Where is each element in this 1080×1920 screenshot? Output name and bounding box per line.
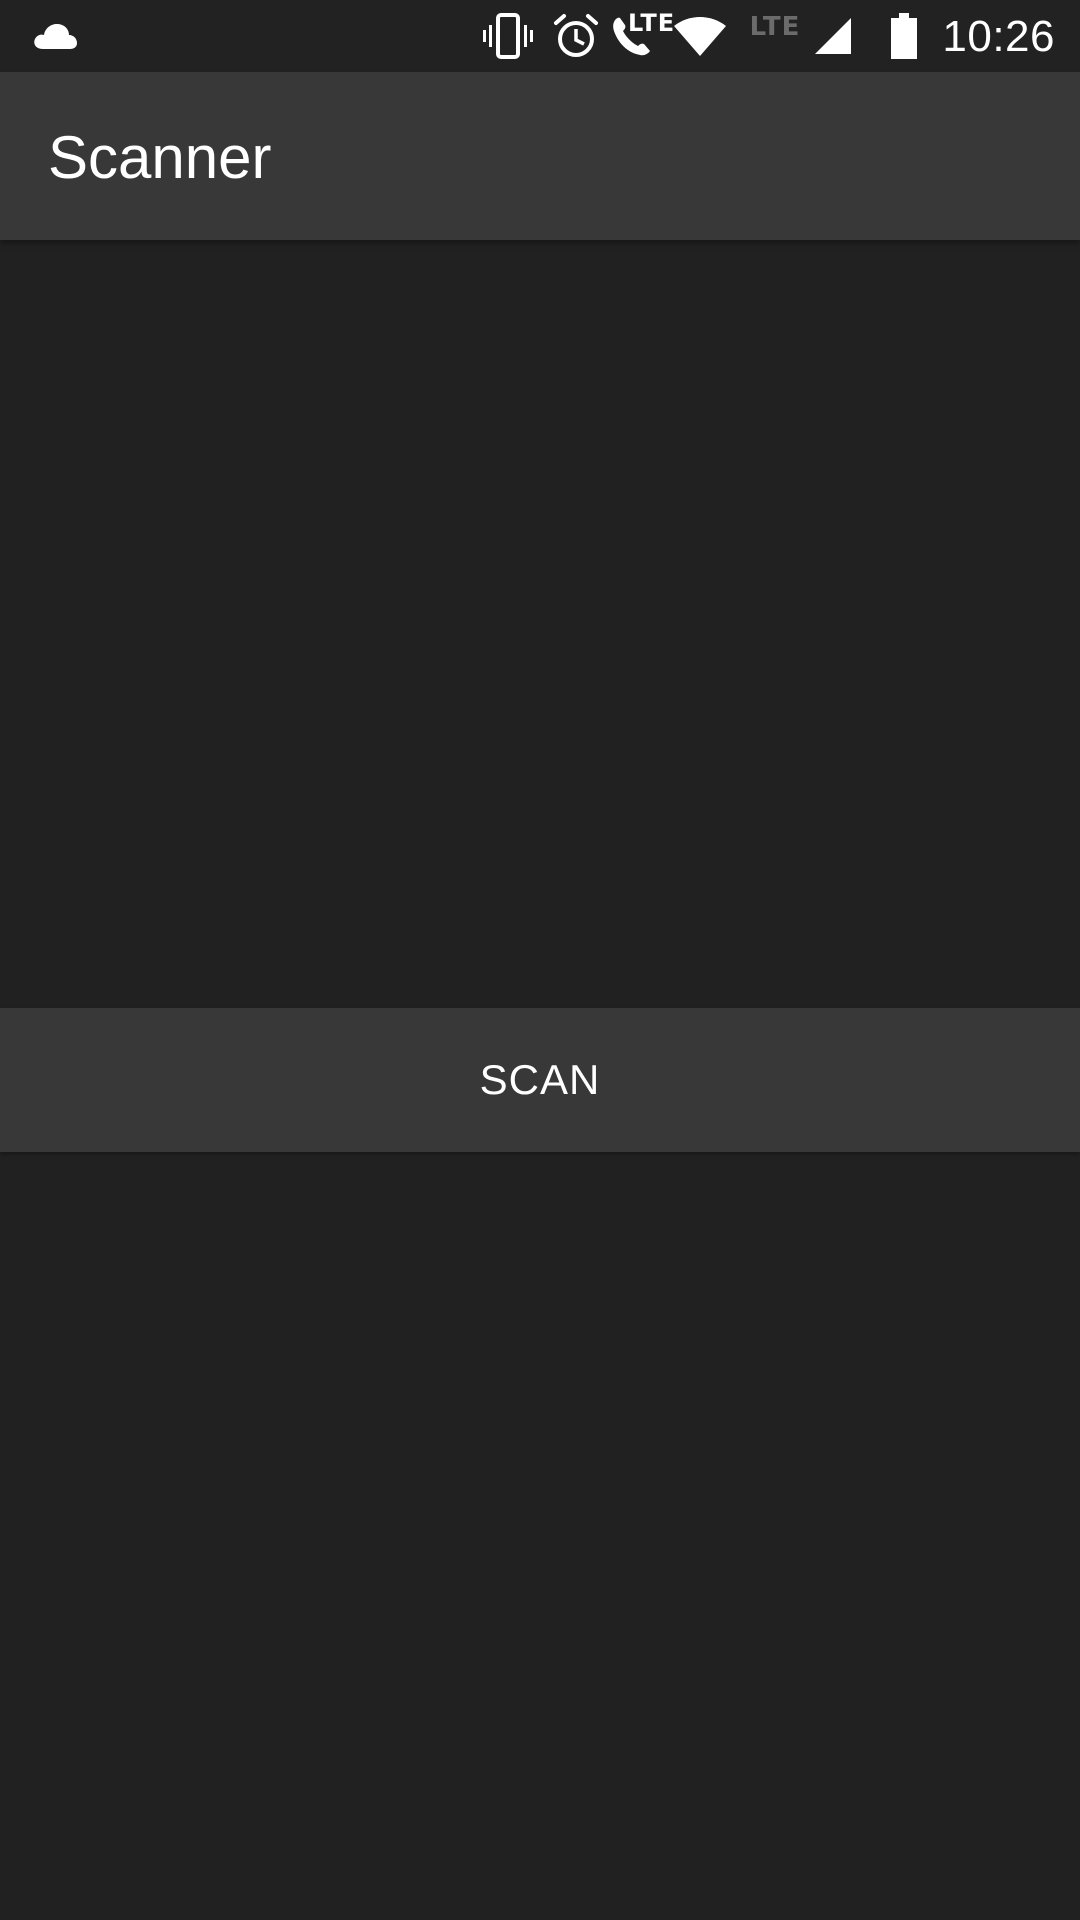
status-bar: LTE LTE 10:26 bbox=[0, 0, 1080, 72]
cell-signal-icon bbox=[812, 0, 854, 72]
vibrate-icon bbox=[480, 0, 536, 72]
call-lte-label: LTE bbox=[628, 9, 676, 37]
scan-button[interactable]: SCAN bbox=[0, 1008, 1080, 1152]
app-bar: Scanner bbox=[0, 72, 1080, 240]
battery-icon bbox=[888, 0, 920, 72]
data-lte-label: LTE bbox=[749, 12, 801, 42]
lte-data-icon: LTE bbox=[748, 0, 802, 72]
lte-call-icon: LTE bbox=[608, 0, 674, 72]
alarm-icon bbox=[552, 0, 600, 72]
page-title: Scanner bbox=[48, 124, 272, 191]
status-time: 10:26 bbox=[942, 12, 1055, 61]
wifi-icon bbox=[672, 0, 728, 72]
cloud-icon bbox=[28, 0, 82, 72]
